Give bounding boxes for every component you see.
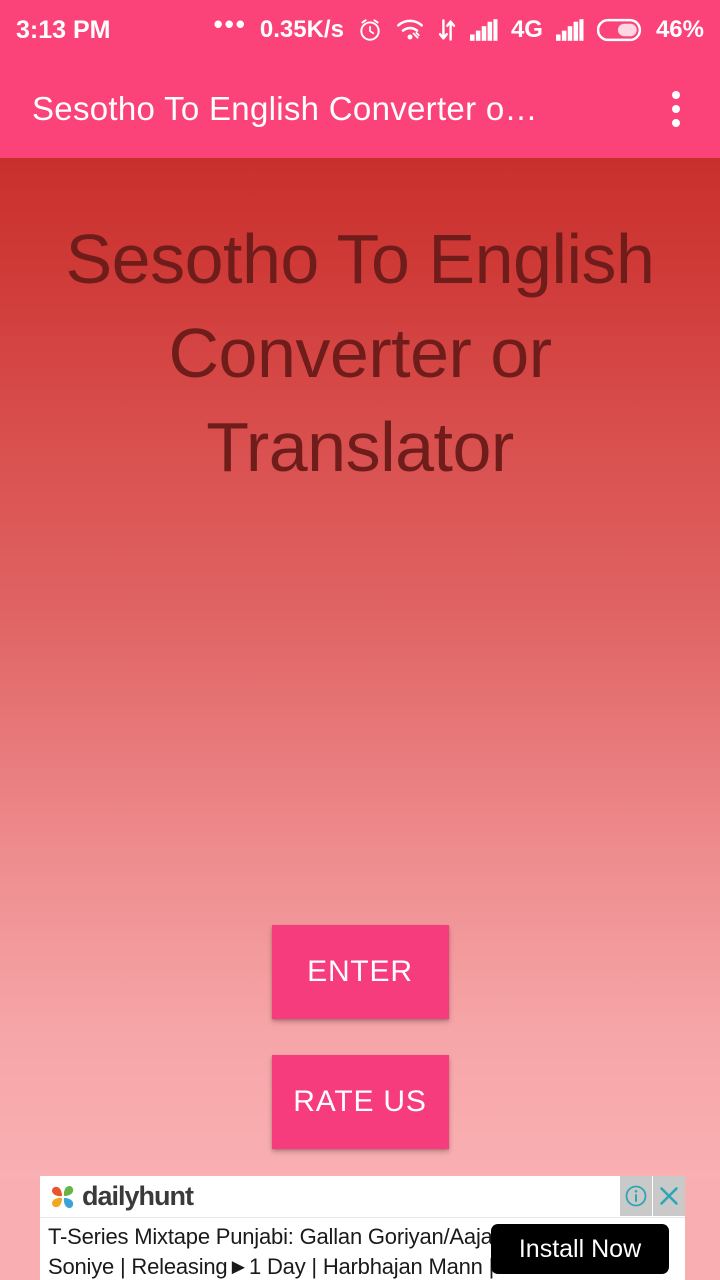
alarm-clock-icon xyxy=(357,17,383,43)
button-stack: ENTER RATE US xyxy=(0,925,720,1149)
more-dots-icon: ••• xyxy=(213,9,247,39)
status-clock: 3:13 PM xyxy=(16,15,111,44)
ad-close-icon[interactable] xyxy=(653,1176,685,1216)
data-transfer-icon xyxy=(437,18,457,42)
network-type-label: 4G xyxy=(510,16,543,43)
overflow-dot xyxy=(672,91,680,99)
ad-headline: T-Series Mixtape Punjabi: Gallan Goriyan… xyxy=(48,1224,494,1279)
phone-screen: 3:13 PM ••• 0.35K/s 4G 46% Sesotho To En… xyxy=(0,0,720,1280)
status-icons-group: ••• 0.35K/s 4G 46% xyxy=(213,9,704,44)
ad-controls xyxy=(619,1176,685,1218)
app-headline: Sesotho To English Converter or Translat… xyxy=(65,220,655,486)
main-content: Sesotho To English Converter or Translat… xyxy=(0,158,720,1180)
install-now-button[interactable]: Install Now xyxy=(491,1224,669,1274)
app-bar: Sesotho To English Converter o… xyxy=(0,60,720,158)
dailyhunt-pinwheel-icon xyxy=(52,1185,74,1208)
overflow-dot xyxy=(672,119,680,127)
overflow-menu-icon[interactable] xyxy=(650,79,702,139)
signal-bars-icon xyxy=(469,19,498,41)
wifi-icon xyxy=(396,18,424,42)
overflow-dot xyxy=(672,105,680,113)
ad-body: T-Series Mixtape Punjabi: Gallan Goriyan… xyxy=(40,1218,685,1280)
dailyhunt-logo: dailyhunt xyxy=(40,1181,194,1212)
status-bar: 3:13 PM ••• 0.35K/s 4G 46% xyxy=(0,0,720,60)
battery-icon xyxy=(596,18,643,42)
rate-us-button[interactable]: RATE US xyxy=(271,1055,449,1149)
ad-banner[interactable]: dailyhunt T-Series Mixtape Punjabi: Gall… xyxy=(40,1176,685,1280)
ad-info-icon[interactable] xyxy=(620,1176,652,1216)
enter-button[interactable]: ENTER xyxy=(271,925,449,1019)
signal-bars-2-icon xyxy=(555,19,584,41)
battery-percent-label: 46% xyxy=(655,16,704,43)
network-speed-label: 0.35K/s xyxy=(259,16,344,43)
ad-header: dailyhunt xyxy=(40,1176,685,1218)
page-title: Sesotho To English Converter o… xyxy=(32,90,538,127)
ad-network-name: dailyhunt xyxy=(82,1181,194,1211)
